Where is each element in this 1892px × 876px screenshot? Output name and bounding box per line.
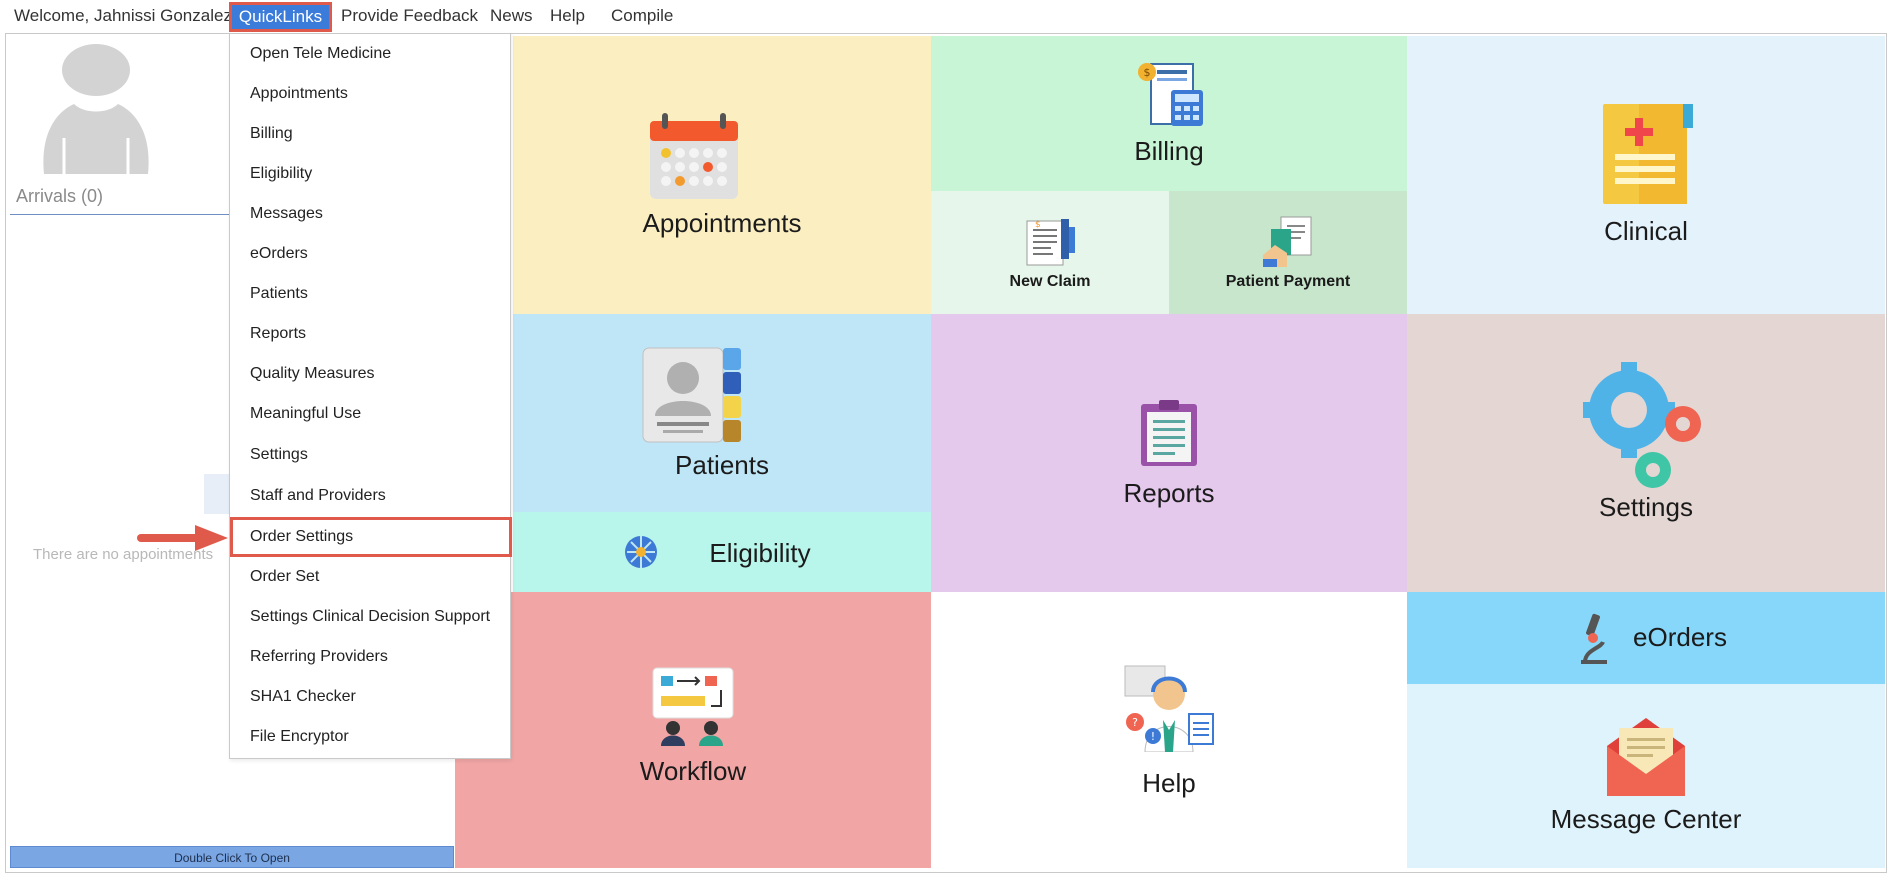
menu-item-file-encryptor[interactable]: File Encryptor [230, 717, 510, 757]
patients-label: Patients [675, 450, 769, 480]
menu-item-staff-and-providers[interactable]: Staff and Providers [230, 476, 510, 516]
help-label: Help [1142, 768, 1196, 798]
quicklinks-menu-button[interactable]: QuickLinks [229, 2, 332, 32]
help-tile[interactable]: ? ! Help [931, 592, 1407, 868]
appointments-tile[interactable]: Appointments [513, 36, 931, 314]
news-menu[interactable]: News [490, 6, 533, 26]
reports-label: Reports [1123, 478, 1215, 508]
workflow-board-icon [652, 667, 734, 746]
new-claim-label: New Claim [1009, 273, 1091, 290]
message-center-tile[interactable]: Message Center [1407, 684, 1885, 868]
svg-text:$: $ [1144, 66, 1151, 79]
menu-item-quality-measures[interactable]: Quality Measures [230, 354, 510, 394]
compile-menu[interactable]: Compile [611, 6, 673, 26]
settings-label: Settings [1599, 492, 1693, 522]
menu-item-referring-providers[interactable]: Referring Providers [230, 637, 510, 677]
menu-item-reports[interactable]: Reports [230, 314, 510, 354]
menu-item-open-tele-medicine[interactable]: Open Tele Medicine [230, 34, 510, 74]
menu-item-billing[interactable]: Billing [230, 114, 510, 154]
reports-clipboard-icon [1141, 400, 1197, 466]
patient-payment-icon [1263, 216, 1312, 267]
settings-tile[interactable]: Settings [1407, 314, 1885, 592]
new-claim-tile[interactable]: $ New Claim [931, 191, 1169, 314]
menu-item-settings[interactable]: Settings [230, 435, 510, 475]
help-menu[interactable]: Help [550, 6, 585, 26]
calendar-icon [650, 113, 738, 199]
top-menubar: Welcome, Jahnissi Gonzalez QuickLinks Pr… [0, 0, 1892, 32]
eligibility-label: Eligibility [709, 538, 811, 568]
clinical-chart-icon [1603, 104, 1693, 204]
eorders-label: eOrders [1633, 622, 1727, 652]
menu-item-patients[interactable]: Patients [230, 274, 510, 314]
eligibility-tile[interactable]: Eligibility [513, 512, 931, 592]
claim-document-icon: $ [1026, 219, 1075, 266]
message-center-label: Message Center [1550, 804, 1742, 834]
menu-item-meaningful-use[interactable]: Meaningful Use [230, 394, 510, 434]
annotation-arrow-icon [137, 525, 228, 551]
double-click-open-bar[interactable]: Double Click To Open [10, 846, 454, 868]
billing-calculator-icon: $ [1138, 63, 1203, 126]
envelope-icon [1607, 718, 1685, 796]
billing-tile[interactable]: $ Billing [931, 36, 1407, 191]
eorders-tile[interactable]: eOrders [1407, 592, 1885, 684]
clinical-tile[interactable]: Clinical [1407, 36, 1885, 314]
menu-item-messages[interactable]: Messages [230, 194, 510, 234]
billing-label: Billing [1134, 136, 1204, 166]
arrivals-label: Arrivals (0) [16, 186, 104, 206]
user-avatar-icon [43, 44, 149, 174]
svg-text:$: $ [1035, 220, 1041, 230]
clinical-label: Clinical [1604, 216, 1688, 246]
menu-item-eligibility[interactable]: Eligibility [230, 154, 510, 194]
patients-tile[interactable]: Patients [513, 314, 931, 512]
quicklinks-dropdown: Open Tele Medicine Appointments Billing … [229, 33, 512, 759]
arrivals-divider [10, 214, 234, 215]
appointments-label: Appointments [642, 208, 802, 238]
workflow-label: Workflow [639, 756, 747, 786]
patient-directory-icon [642, 347, 741, 443]
help-support-agent-icon: ? ! [1124, 665, 1214, 752]
svg-text:!: ! [1151, 730, 1155, 743]
workflow-tile[interactable]: Workflow [455, 592, 931, 868]
menu-item-appointments[interactable]: Appointments [230, 74, 510, 114]
reports-tile[interactable]: Reports [931, 314, 1407, 592]
patient-payment-label: Patient Payment [1225, 273, 1351, 290]
provide-feedback-menu[interactable]: Provide Feedback [341, 6, 478, 26]
menu-item-settings-clinical-decision-support[interactable]: Settings Clinical Decision Support [230, 597, 510, 637]
menu-item-sha1-checker[interactable]: SHA1 Checker [230, 677, 510, 717]
menu-item-order-settings[interactable]: Order Settings [230, 517, 512, 557]
patient-payment-tile[interactable]: Patient Payment [1169, 191, 1407, 314]
menu-item-eorders[interactable]: eOrders [230, 234, 510, 274]
settings-gears-icon [1583, 362, 1701, 488]
menu-item-order-set[interactable]: Order Set [230, 557, 510, 597]
welcome-text: Welcome, Jahnissi Gonzalez [14, 6, 232, 25]
svg-text:?: ? [1132, 716, 1138, 729]
